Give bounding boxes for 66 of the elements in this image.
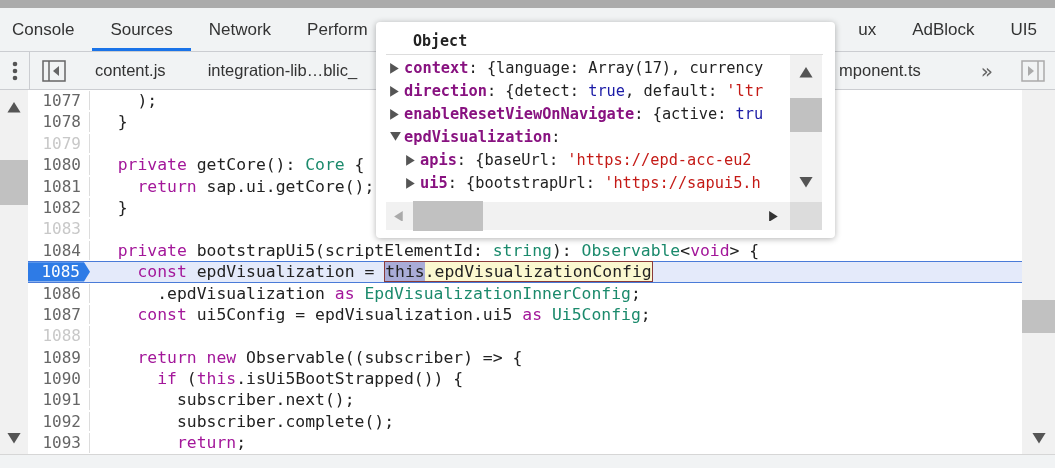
scroll-down-icon[interactable] <box>7 432 21 446</box>
code-line: const ui5Config = epdVisualization.ui5 as Ui5Config; <box>136 304 651 325</box>
scroll-down-icon[interactable] <box>799 176 813 190</box>
line-number[interactable]: 1092 <box>28 411 90 432</box>
panel-tab[interactable]: Console <box>0 8 93 51</box>
expand-arrow-icon[interactable] <box>390 108 401 120</box>
code-line: .epdVisualization as EpdVisualizationInnerConfig; <box>156 283 641 303</box>
panel-tab[interactable]: ux <box>840 8 895 51</box>
property-text: enableResetViewOnNavigate: {active: tru <box>404 105 764 124</box>
line-number[interactable]: 1081 <box>28 176 90 196</box>
expand-arrow-icon[interactable] <box>406 154 417 166</box>
scrollbar-thumb[interactable] <box>1022 299 1055 333</box>
more-options-icon[interactable] <box>11 60 18 81</box>
line-number[interactable]: 1093 <box>28 433 90 453</box>
code-line: return; <box>175 433 247 453</box>
scrollbar-thumb[interactable] <box>0 160 28 205</box>
panel-tab[interactable]: Network <box>190 8 290 51</box>
more-tabs-button[interactable]: » <box>960 52 1013 89</box>
scrollbar-thumb[interactable] <box>413 201 483 231</box>
panel-tab[interactable]: AdBlock <box>894 8 993 51</box>
popover-title: Object <box>386 22 823 55</box>
code-line: return new Observable((subscriber) => { <box>136 347 523 368</box>
code-line: } <box>116 112 128 132</box>
property-text: apis: {baseUrl: 'https://epd-acc-eu2 <box>420 151 752 170</box>
code-line: private bootstrapUi5(scriptElementId: string): Observable<void> { <box>116 240 760 261</box>
breakpoint-line-number[interactable]: 1085 <box>28 262 90 282</box>
line-number[interactable]: 1084 <box>28 240 90 261</box>
line-number[interactable]: 1089 <box>28 347 90 368</box>
scroll-up-icon[interactable] <box>7 102 21 116</box>
line-number[interactable]: 1086 <box>28 283 90 303</box>
panel-tab[interactable]: Sources <box>92 8 191 51</box>
file-tab[interactable]: content.js <box>74 52 187 89</box>
collapse-arrow-icon[interactable] <box>390 131 401 143</box>
line-number[interactable]: 1082 <box>28 197 90 218</box>
property-text: direction: {detect: true, default: 'ltr <box>404 82 764 101</box>
file-tab[interactable]: mponent.ts <box>839 52 961 89</box>
scroll-right-icon[interactable] <box>769 210 780 222</box>
line-number[interactable]: 1087 <box>28 304 90 325</box>
expand-arrow-icon[interactable] <box>390 62 401 74</box>
expand-arrow-icon[interactable] <box>390 85 401 97</box>
scrollbar-corner <box>790 202 822 230</box>
panel-tab[interactable]: UI5 <box>992 8 1055 51</box>
code-line: ); <box>136 91 158 111</box>
code-line: if (this.isUi5BootStrapped()) { <box>156 369 464 389</box>
debugger-toggle-icon[interactable] <box>1021 59 1045 82</box>
scroll-up-icon[interactable] <box>799 66 813 81</box>
code-line: subscriber.next(); <box>175 390 355 410</box>
property-text: context: {language: Array(17), currency <box>404 59 764 78</box>
line-number[interactable]: 1078 <box>28 112 90 132</box>
code-line: } <box>116 197 128 218</box>
sidebar-toggle-icon[interactable] <box>42 59 66 82</box>
code-line: return sap.ui.getCore(); <box>136 176 375 196</box>
line-number[interactable]: 1077 <box>28 91 90 111</box>
file-tab[interactable]: integration-lib…blic_ <box>186 52 379 89</box>
property-text: epdVisualization: <box>404 128 561 147</box>
line-number[interactable]: 1090 <box>28 369 90 389</box>
expand-arrow-icon[interactable] <box>406 177 417 189</box>
property-text: ui5: {bootstrapUrl: 'https://sapui5.h <box>420 174 761 193</box>
scrollbar-thumb[interactable] <box>790 98 822 133</box>
line-number[interactable]: 1080 <box>28 155 90 175</box>
code-line: const epdVisualization = this.epdVisualizationConfig <box>136 262 653 282</box>
code-line: private getCore(): Core { <box>116 155 365 175</box>
scroll-down-icon[interactable] <box>1031 432 1046 446</box>
line-number[interactable]: 1091 <box>28 390 90 410</box>
code-line: subscriber.complete(); <box>175 411 395 432</box>
panel-tab[interactable]: Perform <box>289 8 386 51</box>
